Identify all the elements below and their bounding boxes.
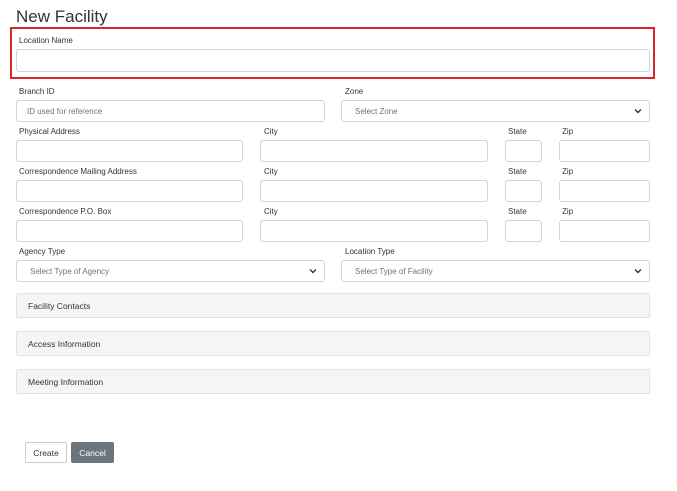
mailing-city-input[interactable] xyxy=(260,180,488,202)
chevron-down-icon xyxy=(633,266,643,276)
po-box-label: Correspondence P.O. Box xyxy=(19,207,112,216)
cancel-button[interactable]: Cancel xyxy=(71,442,114,463)
physical-city-input[interactable] xyxy=(260,140,488,162)
chevron-down-icon xyxy=(308,266,318,276)
mailing-zip-label: Zip xyxy=(562,167,574,176)
physical-address-label: Physical Address xyxy=(19,127,80,136)
location-type-select[interactable]: Select Type of Facility xyxy=(341,260,650,282)
branch-id-input[interactable]: ID used for reference xyxy=(16,100,325,122)
agency-type-label: Agency Type xyxy=(19,247,66,256)
location-type-label: Location Type xyxy=(345,247,395,256)
section-label: Access Information xyxy=(28,338,101,349)
physical-zip-label: Zip xyxy=(562,127,574,136)
physical-city-label: City xyxy=(264,127,278,136)
chevron-down-icon xyxy=(633,106,643,116)
po-box-city-input[interactable] xyxy=(260,220,488,242)
mailing-city-label: City xyxy=(264,167,278,176)
mailing-address-label: Correspondence Mailing Address xyxy=(19,167,137,176)
physical-state-label: State xyxy=(508,127,527,136)
create-button[interactable]: Create xyxy=(25,442,67,463)
facility-contacts-section[interactable]: Facility Contacts xyxy=(16,293,650,318)
zone-select[interactable]: Select Zone xyxy=(341,100,650,122)
po-box-state-input[interactable] xyxy=(505,220,542,242)
mailing-zip-input[interactable] xyxy=(559,180,650,202)
physical-address-input[interactable] xyxy=(16,140,243,162)
access-information-section[interactable]: Access Information xyxy=(16,331,650,356)
section-label: Meeting Information xyxy=(28,376,104,387)
po-box-city-label: City xyxy=(264,207,278,216)
location-name-label: Location Name xyxy=(19,36,73,45)
po-box-state-label: State xyxy=(508,207,527,216)
mailing-address-input[interactable] xyxy=(16,180,243,202)
branch-id-label: Branch ID xyxy=(19,87,55,96)
mailing-state-label: State xyxy=(508,167,527,176)
branch-id-placeholder: ID used for reference xyxy=(27,106,103,116)
zone-label: Zone xyxy=(345,87,364,96)
page-title: New Facility xyxy=(16,7,108,26)
location-type-selected-value: Select Type of Facility xyxy=(355,266,433,276)
section-label: Facility Contacts xyxy=(28,300,91,311)
meeting-information-section[interactable]: Meeting Information xyxy=(16,369,650,394)
location-name-input[interactable] xyxy=(16,49,650,72)
agency-type-select[interactable]: Select Type of Agency xyxy=(16,260,325,282)
po-box-input[interactable] xyxy=(16,220,243,242)
po-box-zip-input[interactable] xyxy=(559,220,650,242)
physical-state-input[interactable] xyxy=(505,140,542,162)
zone-selected-value: Select Zone xyxy=(355,106,398,116)
po-box-zip-label: Zip xyxy=(562,207,574,216)
mailing-state-input[interactable] xyxy=(505,180,542,202)
physical-zip-input[interactable] xyxy=(559,140,650,162)
agency-type-selected-value: Select Type of Agency xyxy=(30,266,110,276)
